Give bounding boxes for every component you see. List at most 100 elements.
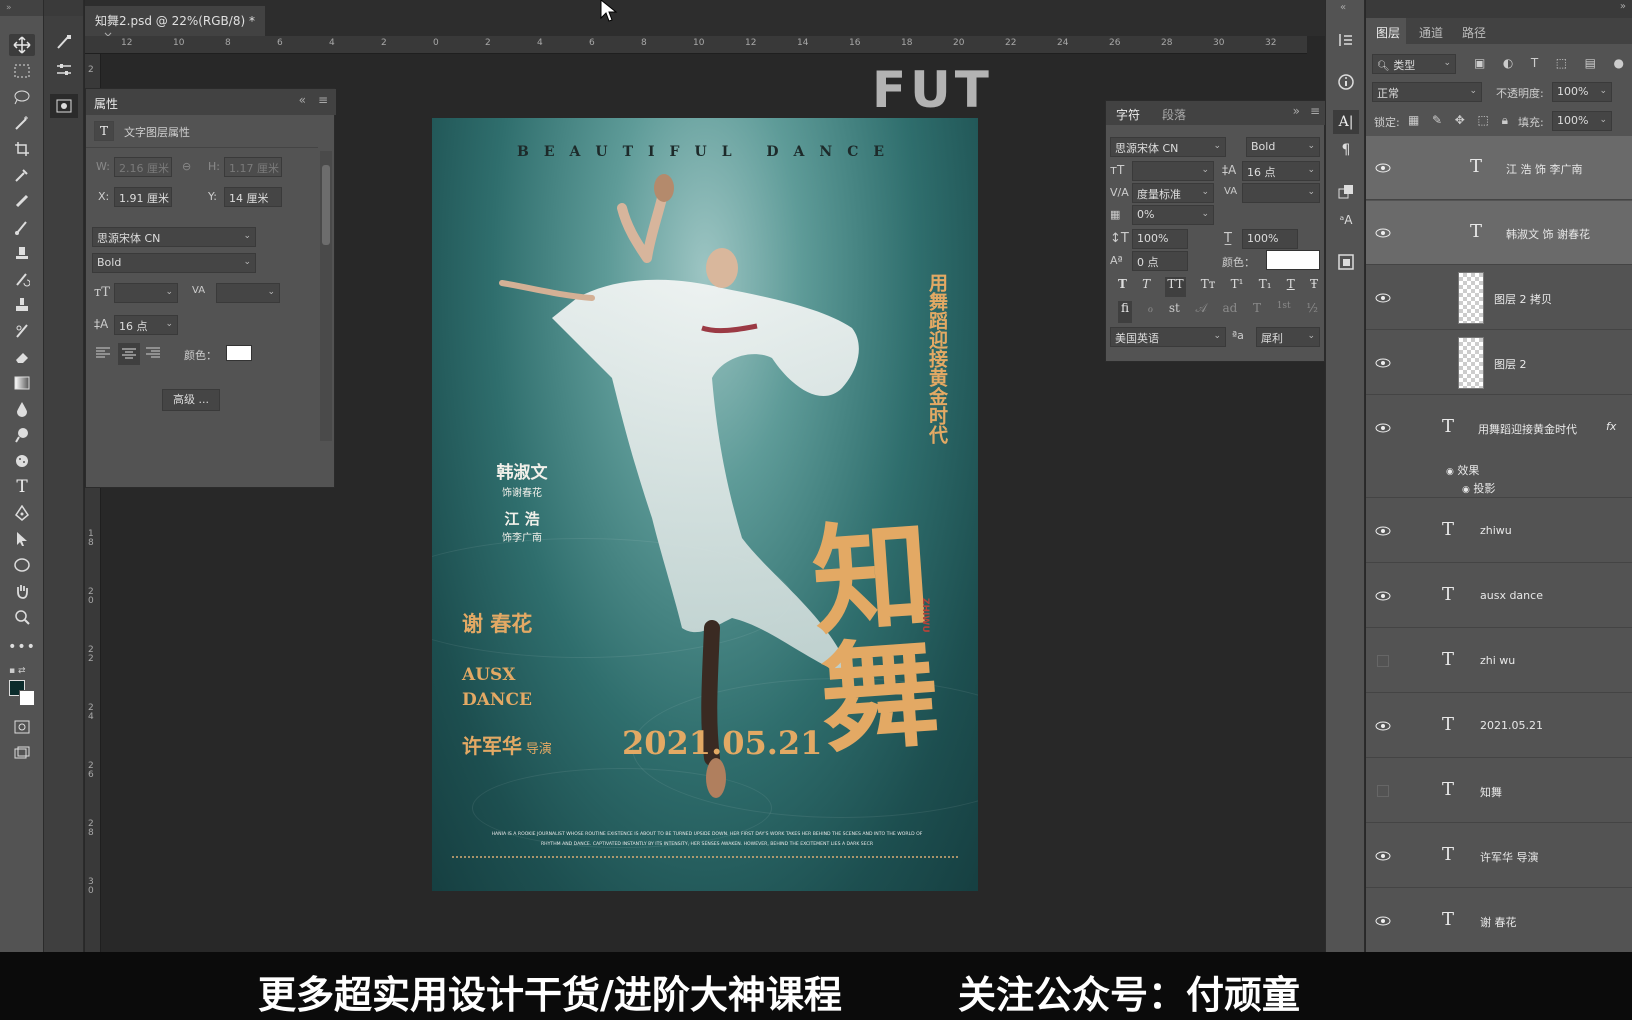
y-position-field[interactable]: 14 厘米 — [224, 187, 282, 207]
contextual-alternates-button[interactable]: st — [1169, 301, 1180, 323]
properties-scrollbar[interactable] — [320, 151, 332, 441]
titling-alternates-button[interactable]: T — [1253, 301, 1261, 323]
eyedropper-tool-icon[interactable] — [9, 164, 35, 186]
char-font-family-select[interactable]: 思源宋体 CN ⌄ — [1110, 137, 1226, 157]
visibility-eye-icon[interactable] — [1374, 357, 1392, 369]
layer-row[interactable]: T ausx dance — [1366, 564, 1632, 628]
char-leading-field[interactable]: 16 点 ⌄ — [1242, 161, 1320, 181]
char-font-style-select[interactable]: Bold ⌄ — [1246, 137, 1320, 157]
tab-paragraph[interactable]: 段落 — [1162, 106, 1186, 123]
visibility-eye-icon[interactable] — [1374, 525, 1392, 537]
stylistic-alternates-button[interactable]: ad — [1223, 301, 1238, 323]
x-position-field[interactable]: 1.91 厘米 — [114, 187, 172, 207]
layer-row[interactable]: T 江 浩 饰 李广南 — [1366, 136, 1632, 200]
fractions-button[interactable]: ½ — [1306, 301, 1318, 323]
quick-mask-icon[interactable] — [9, 716, 35, 738]
char-size-field[interactable]: ⌄ — [1132, 161, 1214, 181]
layer-row[interactable]: T zhi wu — [1366, 629, 1632, 693]
layer-row[interactable]: T 用舞蹈迎接黄金时代 fx ◉ 效果 ◉ 投影 — [1366, 396, 1632, 498]
effects-label[interactable]: ◉ 效果 — [1446, 462, 1479, 478]
scrollbar-thumb[interactable] — [322, 165, 330, 245]
stamp-tool-icon[interactable] — [9, 294, 35, 316]
leading-field[interactable]: 16 点 ⌄ — [114, 315, 178, 335]
faux-italic-button[interactable]: T — [1142, 277, 1150, 297]
panel-menu-icon[interactable]: ≡ — [1310, 104, 1320, 118]
layer-row[interactable]: T 韩淑文 饰 谢春花 — [1366, 201, 1632, 265]
paragraph-panel-icon[interactable]: ¶ — [1333, 138, 1359, 162]
tools-panel-header[interactable]: » — [0, 0, 43, 16]
visibility-toggle-off[interactable] — [1377, 655, 1389, 667]
layer-row[interactable]: T 知舞 — [1366, 759, 1632, 823]
collapse-panel-icon[interactable]: « — [299, 93, 306, 107]
layer-row[interactable]: 图层 2 拷贝 — [1366, 266, 1632, 330]
filter-smart-object-icon[interactable]: ▤ — [1585, 56, 1596, 72]
char-tracking-field[interactable]: ⌄ — [1242, 183, 1320, 203]
visibility-eye-icon[interactable]: ◉ — [1446, 467, 1454, 477]
sponge-tool-icon[interactable] — [9, 450, 35, 472]
pen-tool-icon[interactable] — [9, 502, 35, 524]
dodge-tool-icon[interactable] — [9, 424, 35, 446]
libraries-panel-icon[interactable] — [1333, 250, 1359, 274]
opacity-field[interactable]: 100% ⌄ — [1552, 82, 1612, 102]
font-size-field[interactable]: ⌄ — [114, 283, 178, 303]
all-caps-button[interactable]: TT — [1165, 277, 1186, 297]
align-right-icon[interactable] — [146, 347, 162, 361]
filter-toggle-icon[interactable]: ● — [1614, 56, 1624, 72]
antialias-select[interactable]: 犀利 ⌄ — [1256, 327, 1320, 347]
move-tool-icon[interactable] — [9, 34, 35, 56]
lasso-tool-icon[interactable] — [9, 86, 35, 108]
visibility-eye-icon[interactable] — [1374, 850, 1392, 862]
clone-source-icon[interactable] — [50, 94, 78, 118]
strikethrough-button[interactable]: Ŧ — [1310, 277, 1318, 297]
font-family-select[interactable]: 思源宋体 CN ⌄ — [92, 227, 256, 247]
visibility-eye-icon[interactable] — [1374, 915, 1392, 927]
hand-tool-icon[interactable] — [9, 580, 35, 602]
swash-button[interactable]: 𝒜 — [1196, 301, 1207, 323]
align-center-icon[interactable] — [118, 343, 140, 365]
tab-character[interactable]: 字符 — [1116, 106, 1140, 123]
info-panel-icon[interactable] — [1333, 70, 1359, 94]
adjustments-panel-icon[interactable] — [1333, 180, 1359, 204]
lock-all-icon[interactable]: 🔒︎ — [1502, 113, 1508, 128]
character-panel-icon[interactable]: A| — [1333, 110, 1359, 134]
language-select[interactable]: 美国英语 ⌄ — [1110, 327, 1226, 347]
visibility-eye-icon[interactable] — [1374, 720, 1392, 732]
history-panel-icon[interactable] — [1333, 28, 1359, 52]
visibility-toggle-off[interactable] — [1377, 785, 1389, 797]
visibility-eye-icon[interactable] — [1374, 227, 1392, 239]
clone-stamp-tool-icon[interactable] — [9, 242, 35, 264]
brush-settings-icon[interactable] — [50, 58, 78, 82]
subscript-button[interactable]: T₁ — [1259, 277, 1272, 297]
tab-layers[interactable]: 图层 — [1376, 24, 1400, 41]
kerning-field[interactable]: 度量标准 ⌄ — [1132, 183, 1214, 203]
filter-adjustment-icon[interactable]: ◐ — [1503, 56, 1513, 72]
background-color-swatch[interactable] — [19, 690, 35, 706]
vertical-scale-field[interactable]: 100% — [1132, 229, 1188, 249]
visibility-eye-icon[interactable] — [1374, 422, 1392, 434]
lock-position-icon[interactable]: ✥ — [1455, 113, 1465, 128]
layer-row[interactable]: T zhiwu — [1366, 499, 1632, 563]
art-history-brush-icon[interactable] — [9, 320, 35, 342]
tracking-field[interactable]: ⌄ — [216, 283, 280, 303]
drop-shadow-label[interactable]: ◉ 投影 — [1462, 480, 1495, 496]
superscript-button[interactable]: T¹ — [1231, 277, 1244, 297]
visibility-eye-icon[interactable] — [1374, 162, 1392, 174]
tab-paths[interactable]: 路径 — [1462, 24, 1486, 41]
lock-artboard-icon[interactable]: ⬚ — [1478, 113, 1489, 128]
history-brush-tool-icon[interactable] — [9, 268, 35, 290]
healing-brush-tool-icon[interactable] — [9, 190, 35, 212]
brush-tool-icon[interactable] — [9, 216, 35, 238]
visibility-eye-icon[interactable]: ◉ — [1462, 485, 1470, 495]
layer-row[interactable]: T 谢 春花 — [1366, 889, 1632, 952]
eraser-tool-icon[interactable] — [9, 346, 35, 368]
glyphs-panel-icon[interactable]: ᵃA — [1333, 208, 1359, 232]
text-color-swatch[interactable] — [226, 345, 252, 361]
tab-channels[interactable]: 通道 — [1419, 24, 1443, 41]
width-field[interactable]: 2.16 厘米 — [114, 157, 172, 177]
align-left-icon[interactable] — [96, 347, 112, 361]
char-color-swatch[interactable] — [1266, 250, 1320, 270]
poster-canvas[interactable]: BEAUTIFUL DANCE 用舞蹈迎接黄金时代 韩淑文 饰谢春花 江 浩 饰… — [432, 118, 978, 891]
crop-tool-icon[interactable] — [9, 138, 35, 160]
small-caps-button[interactable]: Tт — [1201, 277, 1216, 297]
advanced-button[interactable]: 高级 ... — [162, 389, 220, 411]
